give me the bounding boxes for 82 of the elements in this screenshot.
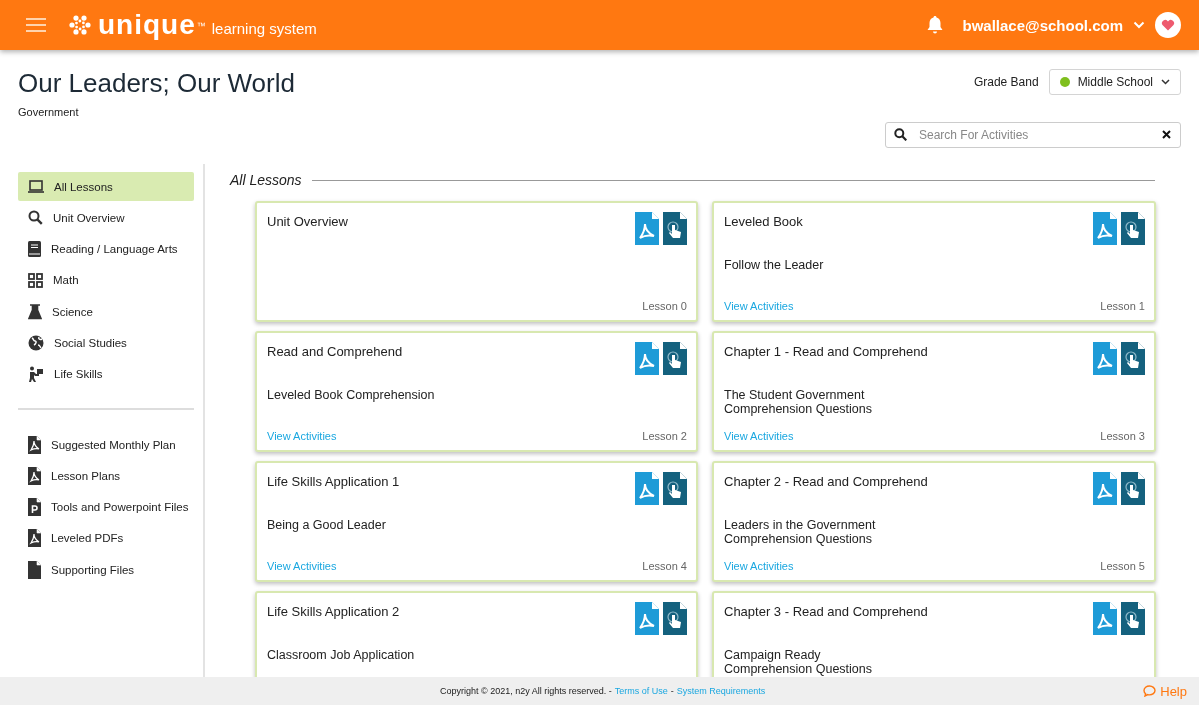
p-file-icon — [28, 498, 41, 517]
file-icon — [28, 560, 41, 579]
pdf-file-icon[interactable] — [635, 602, 659, 635]
touch-file-icon[interactable] — [1121, 472, 1145, 505]
lesson-subtitle: Being a Good Leader — [267, 518, 387, 532]
chevron-down-icon — [1161, 79, 1170, 85]
logo-wordmark: unique — [98, 11, 196, 39]
pdf-file-icon[interactable] — [1093, 602, 1117, 635]
lesson-title: Leveled Book — [724, 214, 803, 231]
grade-band-dropdown[interactable]: Middle School — [1048, 69, 1181, 95]
section-title: All Lessons — [230, 172, 302, 188]
sidebar-item[interactable]: Science — [18, 297, 194, 327]
lesson-subtitle: The Student Government Comprehension Questions — [724, 388, 873, 416]
grade-band-label: Grade Band — [973, 75, 1039, 89]
sidebar-item[interactable]: Math — [18, 265, 194, 295]
search-icon — [894, 128, 907, 141]
logo-tagline: learning system — [211, 19, 317, 37]
chevron-down-icon[interactable] — [1133, 21, 1145, 29]
pdf-file-icon[interactable] — [635, 212, 659, 245]
pdf-file-icon[interactable] — [1093, 212, 1117, 245]
lesson-title: Chapter 3 - Read and Comprehend — [724, 604, 928, 621]
lesson-subtitle: Follow the Leader — [724, 258, 825, 272]
lesson-subtitle: Leaders in the Government Comprehension Questions — [724, 518, 877, 546]
lesson-title: Unit Overview — [267, 214, 348, 231]
lesson-title: Chapter 1 - Read and Comprehend — [724, 344, 928, 361]
heart-icon — [1161, 19, 1175, 31]
touch-file-icon[interactable] — [663, 342, 687, 375]
sidebar-item[interactable]: Lesson Plans — [18, 461, 194, 491]
person-carrying-box-icon — [28, 365, 44, 383]
touch-file-icon[interactable] — [1121, 602, 1145, 635]
lesson-number: Lesson 5 — [1100, 560, 1145, 572]
sidebar-item[interactable]: Life Skills — [18, 359, 194, 389]
lesson-title: Life Skills Application 2 — [267, 604, 400, 621]
trademark-mark: ™ — [196, 21, 206, 31]
page-title: Our Leaders; Our World — [18, 68, 295, 98]
book-icon — [28, 241, 41, 258]
laptop-icon — [28, 180, 44, 193]
pdf-file-icon[interactable] — [1093, 342, 1117, 375]
touch-file-icon[interactable] — [663, 212, 687, 245]
lesson-number: Lesson 0 — [642, 300, 687, 312]
pdf-file-icon — [28, 529, 41, 548]
touch-file-icon[interactable] — [663, 472, 687, 505]
avatar-circle[interactable] — [1155, 12, 1181, 38]
sidebar-item[interactable]: Tools and Powerpoint Files — [18, 492, 194, 522]
speech-bubble-icon — [1143, 685, 1157, 697]
grid-icon — [28, 272, 43, 288]
menu-icon[interactable] — [26, 18, 46, 32]
separator-text: - — [670, 686, 674, 696]
touch-file-icon[interactable] — [1121, 342, 1145, 375]
lesson-title: Life Skills Application 1 — [267, 474, 400, 491]
sidebar-item[interactable]: Unit Overview — [18, 203, 194, 233]
lesson-subtitle: Leveled Book Comprehension — [267, 388, 436, 402]
pdf-file-icon — [28, 466, 41, 485]
pdf-file-icon[interactable] — [1093, 472, 1117, 505]
sidebar-item[interactable]: All Lessons — [18, 172, 194, 201]
sidebar-item[interactable]: Leveled PDFs — [18, 523, 194, 553]
close-icon[interactable] — [1162, 130, 1171, 139]
lesson-number: Lesson 1 — [1100, 300, 1145, 312]
pdf-file-icon[interactable] — [635, 472, 659, 505]
sidebar-item[interactable]: Reading / Language Arts — [18, 234, 194, 264]
sidebar-item[interactable]: Supporting Files — [18, 555, 194, 585]
lesson-subtitle: Classroom Job Application — [267, 648, 416, 662]
pdf-file-icon — [28, 435, 41, 454]
lesson-subtitle: Campaign Ready Comprehension Questions — [724, 648, 873, 676]
sidebar-item[interactable]: Suggested Monthly Plan — [18, 430, 194, 460]
touch-file-icon[interactable] — [663, 602, 687, 635]
lesson-number: Lesson 2 — [642, 430, 687, 442]
lesson-number: Lesson 3 — [1100, 430, 1145, 442]
sidebar-item[interactable]: Social Studies — [18, 328, 194, 358]
search-icon — [28, 210, 43, 226]
search-field[interactable]: Search For Activities — [885, 122, 1181, 148]
globe-icon — [28, 335, 44, 351]
page-subtitle: Government — [18, 106, 80, 118]
lesson-title: Chapter 2 - Read and Comprehend — [724, 474, 928, 491]
touch-file-icon[interactable] — [1121, 212, 1145, 245]
lesson-number: Lesson 4 — [642, 560, 687, 572]
pdf-file-icon[interactable] — [635, 342, 659, 375]
copyright-text: Copyright © 2021, n2y All rights reserved. - — [440, 686, 612, 696]
snowflake-logo-icon — [68, 13, 92, 37]
flask-icon — [28, 303, 42, 320]
notification-bell-icon[interactable] — [926, 15, 945, 35]
lesson-title: Read and Comprehend — [267, 344, 403, 361]
